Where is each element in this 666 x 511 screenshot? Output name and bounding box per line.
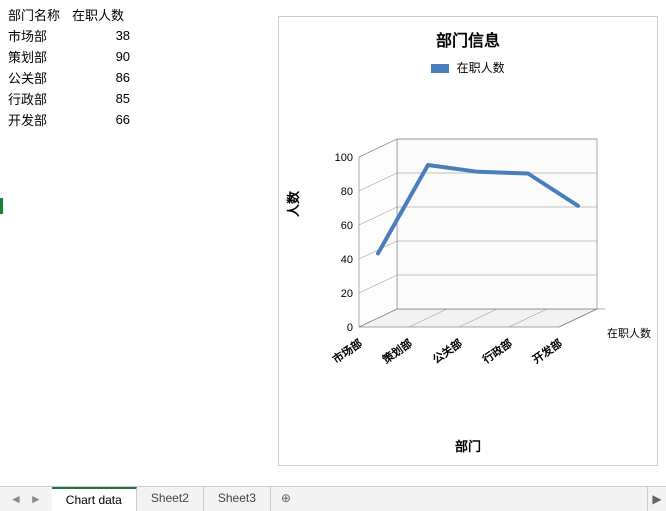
col-header-count[interactable]: 在职人数 — [70, 4, 134, 25]
chart-legend: 在职人数 — [279, 59, 657, 76]
chart-container[interactable]: 部门信息 在职人数 人数 0 20 40 60 80 100 市场部策划部公关部行政部开发部… — [278, 16, 658, 466]
svg-text:行政部: 行政部 — [479, 336, 515, 367]
tab-next-icon[interactable]: ► — [26, 492, 46, 506]
cell-dept[interactable]: 策划部 — [6, 46, 70, 67]
svg-text:策划部: 策划部 — [379, 336, 415, 367]
x-axis-label: 部门 — [279, 436, 657, 455]
sheet-tab-chart-data[interactable]: Chart data — [52, 487, 137, 511]
cell-count[interactable]: 85 — [70, 88, 134, 109]
svg-text:公关部: 公关部 — [430, 336, 465, 366]
sheet-tabs-bar: ◄ ► Chart data Sheet2 Sheet3 ⊕ ▶ — [0, 486, 666, 511]
legend-label: 在职人数 — [457, 61, 505, 75]
sheet-tab-sheet3[interactable]: Sheet3 — [204, 487, 271, 511]
cell-count[interactable]: 86 — [70, 67, 134, 88]
cell-dept[interactable]: 开发部 — [6, 109, 70, 130]
svg-text:60: 60 — [341, 220, 353, 232]
tab-nav-buttons: ◄ ► — [0, 487, 52, 511]
sheet-tab-sheet2[interactable]: Sheet2 — [137, 487, 204, 511]
svg-text:0: 0 — [347, 322, 353, 334]
table-row[interactable]: 市场部 38 — [6, 25, 134, 46]
table-header-row: 部门名称 在职人数 — [6, 4, 134, 25]
horizontal-scroll-icon[interactable]: ▶ — [647, 487, 666, 511]
cell-dept[interactable]: 市场部 — [6, 25, 70, 46]
svg-text:市场部: 市场部 — [330, 336, 365, 366]
chart-plot-area: 0 20 40 60 80 100 市场部策划部公关部行政部开发部 — [319, 137, 629, 417]
add-sheet-button[interactable]: ⊕ — [271, 487, 301, 511]
y-axis-label: 人数 — [283, 191, 302, 217]
svg-text:100: 100 — [335, 152, 353, 164]
spreadsheet-data-area: 部门名称 在职人数 市场部 38 策划部 90 公关部 86 行政部 85 开发… — [0, 0, 272, 134]
table-row[interactable]: 行政部 85 — [6, 88, 134, 109]
svg-text:20: 20 — [341, 288, 353, 300]
svg-text:40: 40 — [341, 254, 353, 266]
chart-title: 部门信息 — [279, 27, 657, 51]
cell-dept[interactable]: 公关部 — [6, 67, 70, 88]
svg-text:开发部: 开发部 — [530, 336, 565, 366]
cell-cursor-indicator — [0, 198, 3, 214]
col-header-dept[interactable]: 部门名称 — [6, 4, 70, 25]
legend-swatch-icon — [431, 64, 449, 73]
table-row[interactable]: 公关部 86 — [6, 67, 134, 88]
cell-dept[interactable]: 行政部 — [6, 88, 70, 109]
cell-count[interactable]: 66 — [70, 109, 134, 130]
depth-axis-label: 在职人数 — [607, 325, 651, 341]
svg-text:80: 80 — [341, 186, 353, 198]
tab-prev-icon[interactable]: ◄ — [6, 492, 26, 506]
cell-count[interactable]: 90 — [70, 46, 134, 67]
table-row[interactable]: 策划部 90 — [6, 46, 134, 67]
chart-svg: 0 20 40 60 80 100 市场部策划部公关部行政部开发部 — [319, 137, 629, 417]
table-row[interactable]: 开发部 66 — [6, 109, 134, 130]
cell-count[interactable]: 38 — [70, 25, 134, 46]
data-table: 部门名称 在职人数 市场部 38 策划部 90 公关部 86 行政部 85 开发… — [6, 4, 134, 130]
